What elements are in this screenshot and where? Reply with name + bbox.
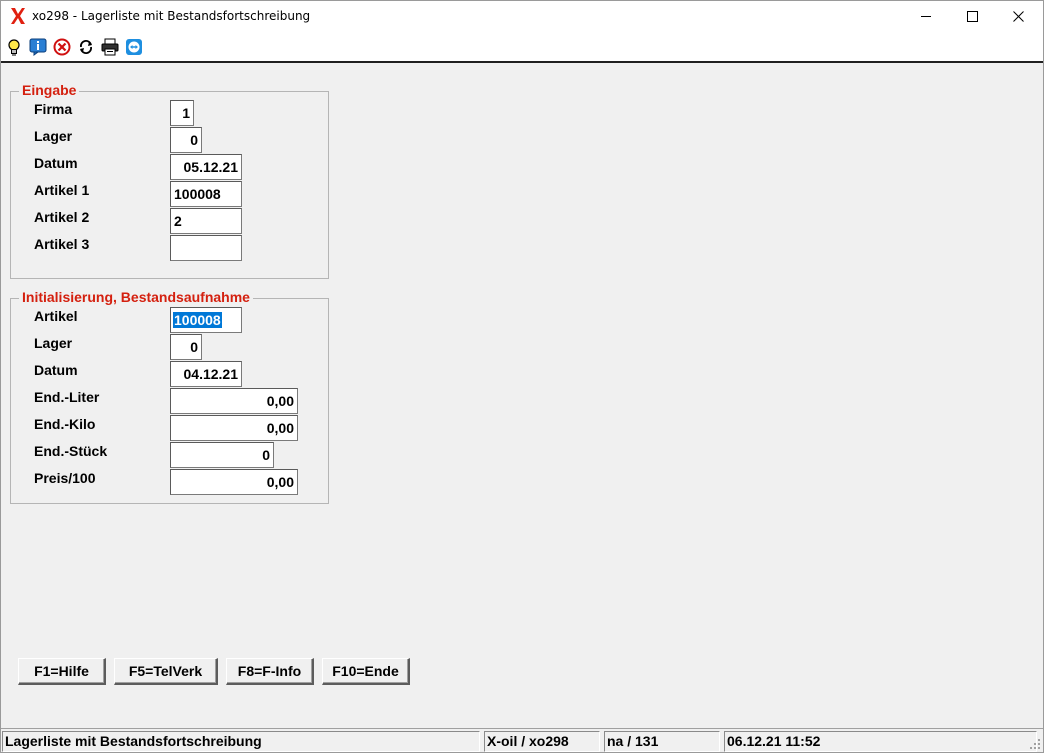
telverk-button[interactable]: F5=TelVerk: [114, 658, 218, 685]
label-artikel-2: Artikel 2: [34, 209, 90, 225]
window-title: xo298 - Lagerliste mit Bestandsfortschre…: [32, 9, 311, 23]
app-logo-icon: [11, 8, 25, 24]
minimize-button[interactable]: [903, 1, 949, 32]
label-lager: Lager: [34, 128, 73, 144]
toolbar: [1, 32, 1043, 63]
datum-field[interactable]: 05.12.21: [170, 154, 242, 180]
lightbulb-icon[interactable]: [5, 38, 23, 56]
label-artikel: Artikel: [34, 308, 78, 324]
artikel-selected-text: 100008: [173, 312, 222, 328]
status-bar: Lagerliste mit Bestandsfortschreibung X-…: [1, 728, 1043, 752]
label-end-kilo: End.-Kilo: [34, 416, 96, 432]
label-firma: Firma: [34, 101, 73, 117]
label-artikel-3: Artikel 3: [34, 236, 90, 252]
init-lager-field[interactable]: 0: [170, 334, 202, 360]
firma-field[interactable]: 1: [170, 100, 194, 126]
end-liter-field[interactable]: 0,00: [170, 388, 298, 414]
cancel-icon[interactable]: [53, 38, 71, 56]
maximize-icon: [966, 11, 978, 22]
lager-field[interactable]: 0: [170, 127, 202, 153]
title-bar: xo298 - Lagerliste mit Bestandsfortschre…: [1, 1, 1043, 32]
status-user: na / 131: [604, 731, 720, 752]
printer-icon[interactable]: [101, 38, 119, 56]
resize-grip-icon[interactable]: [1029, 738, 1041, 750]
end-stueck-field[interactable]: 0: [170, 442, 274, 468]
artikel-3-field[interactable]: [170, 235, 242, 261]
artikel-1-field[interactable]: 100008: [170, 181, 242, 207]
label-init-lager: Lager: [34, 335, 73, 351]
init-datum-field[interactable]: 04.12.21: [170, 361, 242, 387]
status-description: Lagerliste mit Bestandsfortschreibung: [2, 731, 480, 752]
label-artikel-1: Artikel 1: [34, 182, 90, 198]
close-button[interactable]: [995, 1, 1041, 32]
label-end-stueck: End.-Stück: [34, 443, 108, 459]
artikel-2-field[interactable]: 2: [170, 208, 242, 234]
help-button[interactable]: F1=Hilfe: [18, 658, 106, 685]
label-datum: Datum: [34, 155, 78, 171]
preis-field[interactable]: 0,00: [170, 469, 298, 495]
status-program: X-oil / xo298: [484, 731, 600, 752]
application-window: xo298 - Lagerliste mit Bestandsfortschre…: [0, 0, 1044, 753]
label-preis: Preis/100: [34, 470, 96, 486]
teamviewer-icon[interactable]: [125, 38, 143, 56]
label-init-datum: Datum: [34, 362, 78, 378]
maximize-button[interactable]: [949, 1, 995, 32]
eingabe-group-title: Eingabe: [19, 82, 80, 98]
refresh-icon[interactable]: [77, 38, 95, 56]
finfo-button[interactable]: F8=F-Info: [226, 658, 314, 685]
ende-button[interactable]: F10=Ende: [322, 658, 410, 685]
close-icon: [1012, 11, 1024, 22]
initialisierung-group-title: Initialisierung, Bestandsaufnahme: [19, 289, 253, 305]
info-icon[interactable]: [29, 38, 47, 56]
minimize-icon: [920, 16, 931, 17]
status-datetime: 06.12.21 11:52: [724, 731, 1037, 752]
artikel-field[interactable]: 100008: [170, 307, 242, 333]
end-kilo-field[interactable]: 0,00: [170, 415, 298, 441]
label-end-liter: End.-Liter: [34, 389, 100, 405]
